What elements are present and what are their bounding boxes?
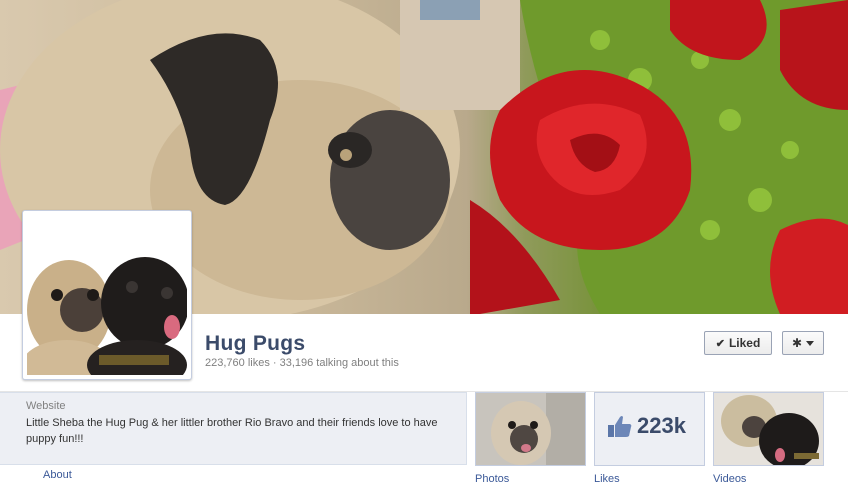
about-link[interactable]: About	[43, 469, 72, 481]
liked-button-label: Liked	[728, 336, 761, 350]
about-label: Website	[26, 400, 66, 412]
thumbs-up-icon	[608, 416, 632, 437]
photos-tile[interactable]	[475, 392, 586, 466]
gear-icon: ✱	[791, 336, 803, 350]
checkmark-icon: ✔	[715, 337, 725, 350]
about-description: Little Sheba the Hug Pug & her littler b…	[26, 417, 438, 445]
videos-thumbnail	[714, 393, 823, 465]
liked-button[interactable]: ✔ Liked	[704, 331, 772, 355]
likes-tile[interactable]: 223k	[594, 392, 705, 466]
videos-label[interactable]: Videos	[713, 473, 746, 485]
likes-count: 223k	[637, 413, 686, 438]
settings-dropdown-button[interactable]: ✱	[782, 331, 824, 355]
likes-label[interactable]: Likes	[594, 473, 620, 485]
profile-picture[interactable]	[22, 210, 192, 380]
photos-label[interactable]: Photos	[475, 473, 509, 485]
photos-thumbnail	[476, 393, 585, 465]
profile-picture-image	[27, 215, 187, 375]
videos-tile[interactable]	[713, 392, 824, 466]
about-box[interactable]: Website Little Sheba the Hug Pug & her l…	[0, 392, 467, 465]
page-stats: 223,760 likes · 33,196 talking about thi…	[205, 357, 399, 369]
caret-down-icon	[806, 340, 815, 346]
page-title[interactable]: Hug Pugs	[205, 332, 305, 356]
